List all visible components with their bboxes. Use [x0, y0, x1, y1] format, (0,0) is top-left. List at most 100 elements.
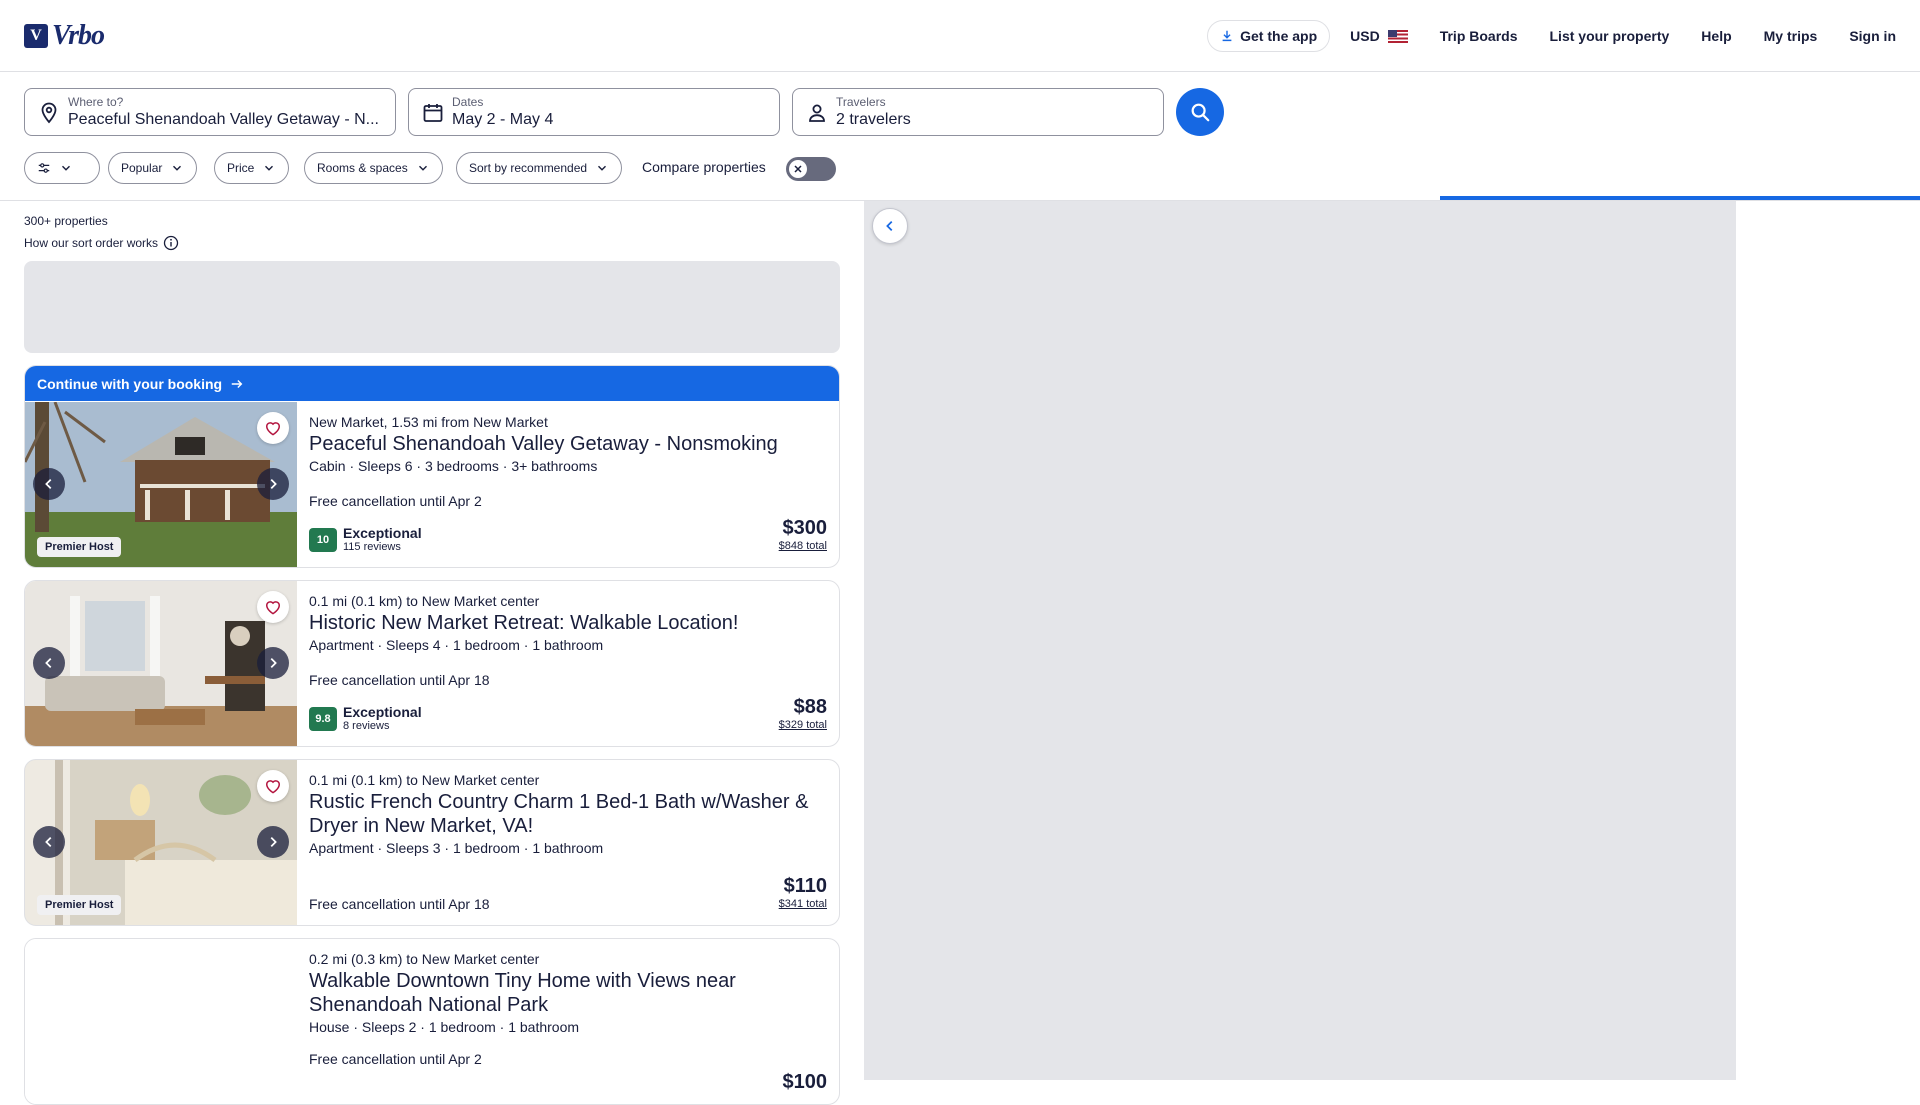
map-pin-icon: [41, 102, 57, 124]
chevron-down-icon: [62, 165, 70, 171]
currency-selector[interactable]: USD: [1350, 28, 1408, 44]
chevron-right-icon: [270, 837, 277, 847]
cancellation-policy: Free cancellation until Apr 2: [309, 493, 482, 509]
next-photo-button[interactable]: [257, 647, 289, 679]
listing-photo[interactable]: Premier Host: [25, 760, 297, 925]
ad-placeholder: [24, 261, 840, 353]
listing-card[interactable]: Continue with your booking Premier Host: [24, 365, 840, 568]
search-button[interactable]: [1176, 88, 1224, 136]
rating-summary: 10 Exceptional 115 reviews: [309, 526, 422, 554]
listing-photo[interactable]: [25, 939, 297, 1104]
save-to-trip-board-button[interactable]: [257, 591, 289, 623]
us-flag-icon: [1387, 29, 1408, 43]
continue-booking-banner[interactable]: Continue with your booking: [25, 366, 839, 401]
listing-specs: House · Sleeps 2 · 1 bedroom · 1 bathroo…: [309, 1019, 580, 1035]
listing-specs: Cabin · Sleeps 6 · 3 bedrooms · 3+ bathr…: [309, 458, 598, 474]
listing-card[interactable]: 0.1 mi (0.1 km) to New Market center His…: [24, 580, 840, 747]
chevron-down-icon: [173, 165, 182, 171]
sort-order-help-label: How our sort order works: [24, 236, 159, 250]
travelers-value: 2 travelers: [836, 111, 911, 128]
vrbo-logo[interactable]: V Vrbo: [24, 20, 105, 52]
rooms-spaces-filter-label: Rooms & spaces: [317, 161, 408, 175]
listing-title[interactable]: Rustic French Country Charm 1 Bed-1 Bath…: [309, 790, 827, 838]
nightly-price: $88: [793, 696, 827, 718]
listing-location: 0.1 mi (0.1 km) to New Market center: [309, 772, 540, 788]
listing-location: New Market, 1.53 mi from New Market: [309, 414, 548, 430]
total-price-link[interactable]: $341 total: [779, 898, 827, 910]
dates-field[interactable]: Dates May 2 - May 4: [408, 88, 780, 136]
sort-order-help-link[interactable]: How our sort order works: [24, 235, 179, 251]
sort-dropdown[interactable]: Sort by recommended: [456, 152, 623, 184]
get-the-app-button[interactable]: Get the app: [1207, 20, 1331, 52]
collapse-map-button[interactable]: [872, 208, 908, 244]
dates-value: May 2 - May 4: [452, 111, 554, 128]
save-to-trip-board-button[interactable]: [257, 412, 289, 444]
previous-photo-button[interactable]: [33, 647, 65, 679]
price-box: $88 $329 total: [779, 696, 827, 731]
dates-label: Dates: [452, 95, 484, 109]
top-nav: Get the app USD Trip Boards List your pr…: [1207, 18, 1896, 54]
rating-text: Exceptional 115 reviews: [343, 526, 422, 554]
info-icon: [163, 235, 179, 251]
total-price-link[interactable]: $329 total: [779, 719, 827, 731]
next-photo-button[interactable]: [257, 468, 289, 500]
review-count: 8 reviews: [343, 720, 390, 732]
chevron-left-icon: [45, 837, 52, 847]
previous-photo-button[interactable]: [33, 468, 65, 500]
price-filter[interactable]: Price: [214, 152, 290, 184]
listing-title[interactable]: Peaceful Shenandoah Valley Getaway - Non…: [309, 432, 827, 456]
vrbo-logo-mark: V: [24, 24, 48, 48]
chevron-left-icon: [45, 658, 52, 668]
chevron-left-icon: [886, 221, 893, 231]
all-filters-button[interactable]: [24, 152, 100, 184]
continue-booking-label: Continue with your booking: [37, 375, 223, 392]
rooms-spaces-filter[interactable]: Rooms & spaces: [304, 152, 443, 184]
rating-score-badge: 9.8: [309, 707, 337, 731]
get-the-app-label: Get the app: [1240, 28, 1318, 44]
nav-list-your-property[interactable]: List your property: [1550, 28, 1670, 44]
next-photo-button[interactable]: [257, 826, 289, 858]
vrbo-wordmark: Vrbo: [52, 20, 105, 51]
listing-title[interactable]: Walkable Downtown Tiny Home with Views n…: [309, 969, 827, 1017]
listing-card[interactable]: Premier Host 0.1 mi (0.1 km) to New Mark…: [24, 759, 840, 926]
listing-location: 0.2 mi (0.3 km) to New Market center: [309, 951, 540, 967]
popular-filter[interactable]: Popular: [108, 152, 198, 184]
chevron-down-icon: [265, 165, 274, 171]
nav-trip-boards[interactable]: Trip Boards: [1440, 28, 1518, 44]
map-panel[interactable]: [864, 201, 1736, 1080]
heart-icon: [265, 601, 281, 615]
destination-value: Peaceful Shenandoah Valley Getaway - N..…: [68, 111, 379, 128]
chevron-down-icon: [418, 165, 427, 171]
listing-info: 0.1 mi (0.1 km) to New Market center His…: [309, 593, 827, 653]
listing-title[interactable]: Historic New Market Retreat: Walkable Lo…: [309, 611, 827, 635]
nav-help[interactable]: Help: [1701, 28, 1731, 44]
travelers-field[interactable]: Travelers 2 travelers: [792, 88, 1164, 136]
nav-sign-in[interactable]: Sign in: [1849, 28, 1896, 44]
rating-label: Exceptional: [343, 525, 422, 541]
destination-field[interactable]: Where to? Peaceful Shenandoah Valley Get…: [24, 88, 396, 136]
travelers-label: Travelers: [836, 95, 886, 109]
listing-photo[interactable]: [25, 581, 297, 746]
compare-properties-toggle[interactable]: [786, 157, 836, 181]
nav-my-trips[interactable]: My trips: [1764, 28, 1818, 44]
total-price-link[interactable]: $848 total: [779, 540, 827, 552]
arrow-right-icon: [231, 379, 243, 388]
results-count: 300+ properties: [24, 214, 108, 228]
save-to-trip-board-button[interactable]: [257, 770, 289, 802]
listing-location: 0.1 mi (0.1 km) to New Market center: [309, 593, 540, 609]
previous-photo-button[interactable]: [33, 826, 65, 858]
cancellation-policy: Free cancellation until Apr 18: [309, 896, 490, 912]
sort-dropdown-label: Sort by recommended: [469, 161, 588, 175]
nightly-price: $110: [783, 875, 827, 897]
rating-label: Exceptional: [343, 704, 422, 720]
rating-summary: 9.8 Exceptional 8 reviews: [309, 705, 422, 733]
listing-photo[interactable]: Premier Host: [25, 402, 297, 567]
toggle-knob: [789, 160, 807, 178]
review-count: 115 reviews: [343, 541, 401, 553]
calendar-icon: [423, 104, 443, 122]
rating-text: Exceptional 8 reviews: [343, 705, 422, 733]
price-box: $300 $848 total: [779, 517, 827, 552]
heart-icon: [265, 422, 281, 436]
listing-info: 0.2 mi (0.3 km) to New Market center Wal…: [309, 951, 827, 1035]
filters-icon: [38, 163, 50, 173]
